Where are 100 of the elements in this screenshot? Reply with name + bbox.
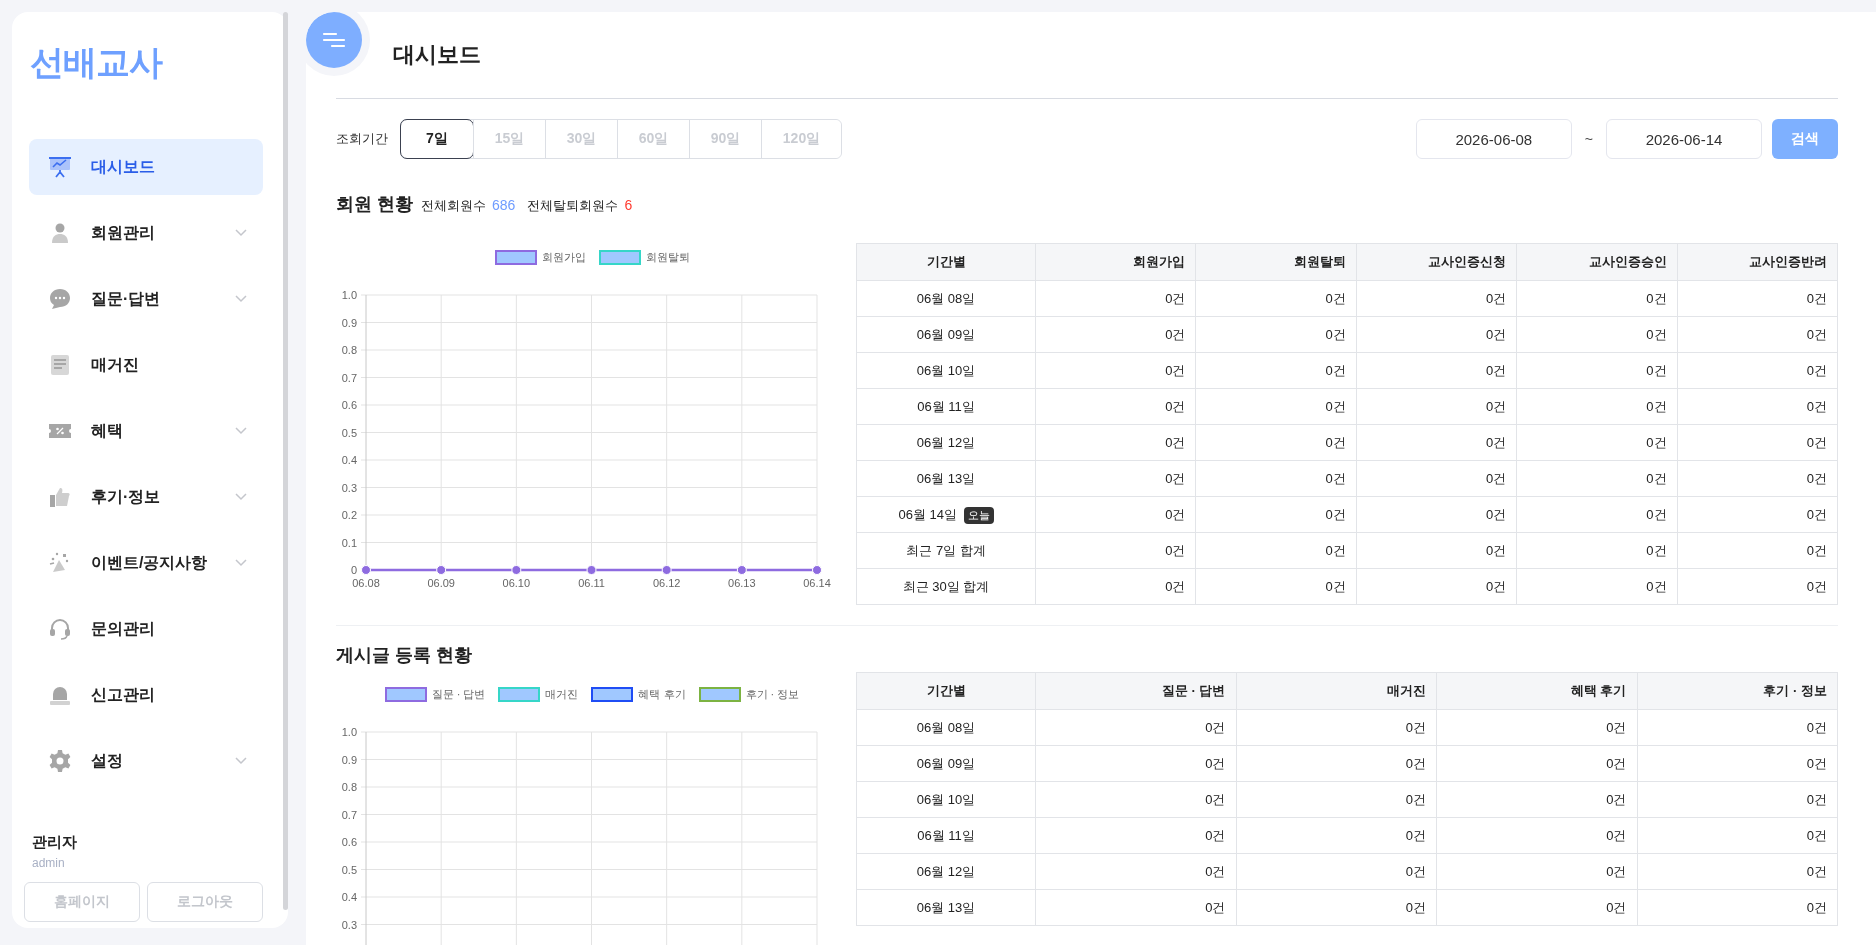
end-date-field[interactable]: 2026-06-14 (1606, 119, 1762, 159)
nav-item[interactable]: 대시보드 (29, 139, 263, 195)
table-cell: 0건 (1356, 568, 1517, 605)
y-tick-label: 0.6 (341, 836, 357, 848)
table-cell: 0건 (1677, 424, 1838, 461)
table-cell: 0건 (1677, 316, 1838, 353)
period-label: 06월 09일 (916, 326, 976, 342)
period-label: 06월 11일 (917, 827, 975, 843)
table-cell: 0건 (1436, 889, 1637, 926)
headset-icon (48, 617, 72, 641)
user-name: 관리자 (32, 833, 78, 852)
table-cell: 0건 (1516, 388, 1678, 425)
section-title: 회원 현황 (336, 193, 413, 216)
y-tick-label: 0.3 (341, 481, 357, 494)
table-cell: 0건 (1236, 709, 1437, 746)
stat-value: 6 (624, 197, 633, 213)
table-cell: 0건 (1195, 352, 1357, 389)
nav-item[interactable]: 후기·정보 (29, 469, 263, 525)
nav-item[interactable]: 매거진 (29, 337, 263, 393)
y-tick-label: 0.7 (341, 371, 357, 384)
period-label: 06월 10일 (916, 362, 976, 378)
nav-item[interactable]: 신고관리 (29, 667, 263, 723)
table-cell: 0건 (1356, 280, 1517, 317)
period-label: 06월 13일 (916, 899, 976, 915)
table-cell: 0건 (1436, 817, 1637, 854)
thumbs-up-icon (48, 485, 72, 509)
legend-label[interactable]: 회원가입 (541, 249, 586, 265)
y-tick-label: 0.4 (341, 454, 357, 466)
scrollbar[interactable] (283, 12, 288, 910)
legend-label[interactable]: 매거진 (545, 686, 579, 702)
nav-item[interactable]: 이벤트/공지사항 (29, 535, 263, 591)
column-header: 기간별 (856, 672, 1036, 710)
y-tick-label: 0.2 (341, 509, 357, 521)
x-tick-label: 06.09 (427, 577, 455, 589)
nav-item[interactable]: 문의관리 (29, 601, 263, 657)
nav-item[interactable]: 설정 (29, 733, 263, 789)
x-tick-label: 06.14 (803, 577, 831, 589)
nav-item[interactable]: 회원관리 (29, 205, 263, 261)
legend-label[interactable]: 혜택 후기 (638, 686, 686, 702)
table-cell: 0건 (1356, 388, 1517, 425)
table-cell: 0건 (1637, 889, 1838, 926)
table-cell: 0건 (1637, 745, 1838, 782)
y-tick-label: 0.6 (341, 399, 357, 411)
table-cell: 0건 (1195, 388, 1357, 425)
table-cell: 0건 (1195, 496, 1357, 533)
period-label: 06월 09일 (916, 755, 976, 771)
legend-swatch[interactable] (494, 249, 537, 265)
legend-label[interactable]: 질문 · 답변 (431, 686, 486, 702)
legend-swatch[interactable] (498, 686, 541, 702)
table-cell: 0건 (1035, 460, 1196, 497)
column-header: 기간별 (856, 243, 1036, 281)
table-cell: 0건 (1356, 460, 1517, 497)
table-cell: 0건 (1035, 781, 1236, 818)
x-tick-label: 06.11 (578, 577, 605, 589)
legend-swatch[interactable] (598, 249, 641, 265)
legend-swatch[interactable] (384, 686, 427, 702)
table-cell: 0건 (1516, 424, 1678, 461)
period-label: 최근 30일 합계 (902, 578, 990, 594)
period-label: 06월 12일 (916, 863, 976, 879)
start-date-field[interactable]: 2026-06-08 (1415, 119, 1572, 159)
y-tick-label: 0 (350, 564, 357, 576)
legend-swatch[interactable] (698, 686, 741, 702)
today-badge: 오늘 (963, 506, 994, 524)
table-cell: 0건 (1516, 496, 1678, 533)
column-header: 매거진 (1236, 672, 1437, 710)
period-label: 06월 08일 (916, 290, 976, 306)
table-cell: 0건 (1356, 496, 1517, 533)
column-header: 회원탈퇴 (1195, 243, 1357, 281)
column-header: 혜택 후기 (1436, 672, 1637, 710)
nav-item[interactable]: 혜택 (29, 403, 263, 459)
table-cell: 0건 (1677, 388, 1838, 425)
table-cell: 0건 (1035, 316, 1196, 353)
table-cell: 0건 (1436, 781, 1637, 818)
table-cell: 0건 (1677, 532, 1838, 569)
table-cell: 0건 (1195, 532, 1357, 569)
x-tick-label: 06.12 (652, 577, 681, 589)
presentation-icon (48, 155, 72, 179)
period-label: 06월 12일 (916, 434, 976, 450)
table-cell: 0건 (1195, 424, 1357, 461)
table-cell: 0건 (1035, 745, 1236, 782)
table-cell: 0건 (1356, 316, 1517, 353)
table-cell: 0건 (1035, 568, 1196, 605)
nav-item[interactable]: 질문·답변 (29, 271, 263, 327)
y-tick-label: 1.0 (341, 726, 357, 738)
period-tab[interactable]: 7일 (401, 120, 473, 158)
date-separator: ~ (1584, 131, 1593, 147)
legend-label[interactable]: 후기 · 정보 (745, 686, 800, 702)
table-cell: 0건 (1035, 496, 1196, 533)
column-header: 회원가입 (1035, 243, 1196, 281)
table-cell: 0건 (1195, 460, 1357, 497)
table-cell: 0건 (1236, 889, 1437, 926)
period-label: 06월 10일 (916, 791, 976, 807)
x-tick-label: 06.13 (728, 577, 756, 589)
y-tick-label: 0.9 (341, 753, 357, 766)
period-label: 06월 13일 (916, 470, 976, 486)
legend-label[interactable]: 회원탈퇴 (645, 249, 690, 265)
document-icon (48, 353, 72, 377)
column-header: 교사인증반려 (1677, 243, 1838, 281)
legend-swatch[interactable] (591, 686, 634, 702)
table-cell: 0건 (1677, 280, 1838, 317)
